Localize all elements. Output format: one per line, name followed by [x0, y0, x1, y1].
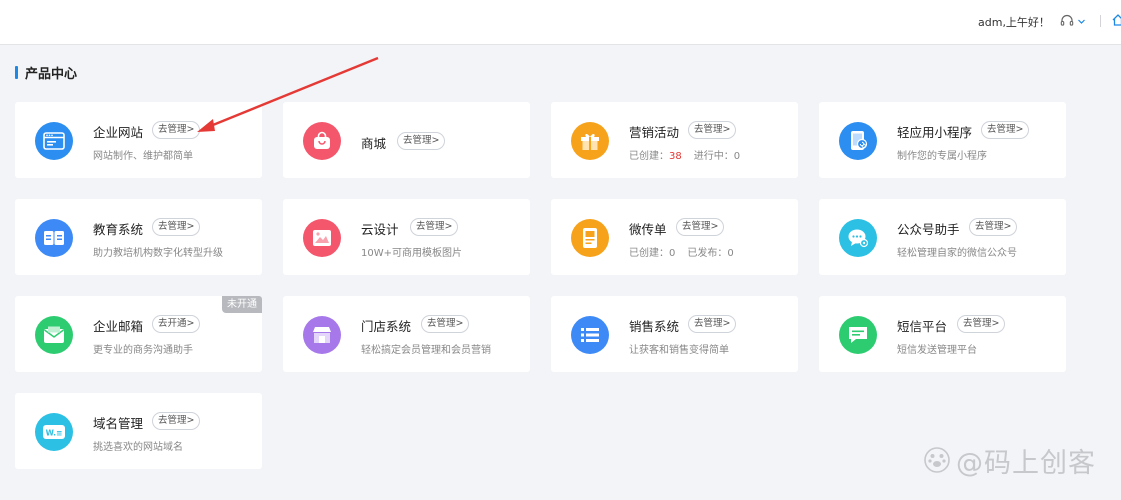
product-card-domain[interactable]: W.≡ 域名管理 去管理> 挑选喜欢的网站域名	[15, 393, 262, 469]
card-description: 轻松搞定会员管理和会员营销	[361, 345, 491, 356]
card-description: 网站制作、维护都简单	[93, 151, 193, 162]
card-stats: 已创建：0 已发布：0	[629, 244, 734, 259]
section-title-text: 产品中心	[25, 66, 78, 82]
card-title: 企业网站	[93, 125, 144, 140]
manage-button[interactable]: 去管理>	[957, 315, 1006, 333]
card-description: 制作您的专属小程序	[897, 151, 987, 162]
gift-icon	[571, 122, 609, 160]
watermark-text: @码上创客	[956, 447, 1096, 479]
card-description: 短信发送管理平台	[897, 345, 977, 356]
manage-button[interactable]: 去管理>	[676, 218, 725, 236]
mini-program-icon	[839, 122, 877, 160]
product-card-store-system[interactable]: 门店系统 去管理> 轻松搞定会员管理和会员营销	[283, 296, 530, 372]
not-activated-badge: 未开通	[222, 296, 262, 313]
card-description: 挑选喜欢的网站域名	[93, 442, 183, 453]
sms-icon	[839, 316, 877, 354]
published-stat: 已发布：0	[687, 248, 734, 259]
home-icon[interactable]	[1112, 13, 1121, 27]
card-title: 短信平台	[897, 319, 948, 334]
wechat-icon	[839, 219, 877, 257]
card-title: 轻应用小程序	[897, 125, 973, 140]
top-bar: adm,上午好！	[0, 0, 1121, 45]
flyer-icon	[571, 219, 609, 257]
paw-logo-icon	[924, 447, 950, 473]
shopping-bag-icon	[303, 122, 341, 160]
svg-text:W.≡: W.≡	[46, 429, 63, 438]
list-icon	[571, 316, 609, 354]
card-title: 企业邮箱	[93, 319, 144, 334]
product-card-flyer[interactable]: 微传单 去管理> 已创建：0 已发布：0	[551, 199, 798, 275]
card-title: 微传单	[629, 222, 667, 237]
manage-button[interactable]: 去管理>	[410, 218, 459, 236]
card-title: 门店系统	[361, 319, 412, 334]
headset-icon	[1060, 14, 1074, 26]
card-description: 助力教培机构数字化转型升级	[93, 248, 223, 259]
card-description: 轻松管理自家的微信公众号	[897, 248, 1017, 259]
product-card-education[interactable]: 教育系统 去管理> 助力教培机构数字化转型升级	[15, 199, 262, 275]
created-label: 已创建：	[629, 151, 669, 162]
manage-button[interactable]: 去管理>	[688, 315, 737, 333]
card-description: 让获客和销售变得简单	[629, 345, 729, 356]
created-stat: 已创建：0	[629, 248, 676, 259]
chevron-down-icon	[1078, 19, 1085, 24]
product-card-website[interactable]: 企业网站 去管理> 网站制作、维护都简单	[15, 102, 262, 178]
book-icon	[35, 219, 73, 257]
card-title: 域名管理	[93, 416, 144, 431]
watermark: @码上创客	[924, 443, 1096, 479]
card-title: 教育系统	[93, 222, 144, 237]
store-icon	[303, 316, 341, 354]
customer-service-dropdown[interactable]	[1060, 12, 1090, 30]
product-card-cloud-design[interactable]: 云设计 去管理> 10W+可商用模板图片	[283, 199, 530, 275]
card-title: 公众号助手	[897, 222, 960, 237]
manage-button[interactable]: 去管理>	[969, 218, 1018, 236]
product-card-wechat-assistant[interactable]: 公众号助手 去管理> 轻松管理自家的微信公众号	[819, 199, 1066, 275]
manage-button[interactable]: 去管理>	[152, 218, 201, 236]
domain-icon: W.≡	[35, 413, 73, 451]
manage-button[interactable]: 去管理>	[397, 132, 446, 150]
card-title: 云设计	[361, 222, 399, 237]
product-card-mall[interactable]: 商城 去管理>	[283, 102, 530, 178]
section-accent-bar	[15, 65, 18, 79]
image-icon	[303, 219, 341, 257]
created-count: 38	[669, 151, 682, 162]
product-card-mini-program[interactable]: 轻应用小程序 去管理> 制作您的专属小程序	[819, 102, 1066, 178]
product-card-sales-system[interactable]: 销售系统 去管理> 让获客和销售变得简单	[551, 296, 798, 372]
top-bar-divider	[1100, 15, 1101, 27]
card-description: 10W+可商用模板图片	[361, 248, 462, 259]
in-progress-stat: 进行中：0	[693, 151, 741, 162]
activate-button[interactable]: 去开通>	[152, 315, 201, 333]
card-title: 营销活动	[629, 125, 680, 140]
product-card-enterprise-mail[interactable]: 未开通 企业邮箱 去开通> 更专业的商务沟通助手	[15, 296, 262, 372]
manage-button[interactable]: 去管理>	[981, 121, 1030, 139]
manage-button[interactable]: 去管理>	[688, 121, 737, 139]
section-title: 产品中心	[15, 64, 78, 82]
manage-button[interactable]: 去管理>	[152, 121, 201, 139]
card-title: 商城	[361, 136, 387, 151]
card-description: 更专业的商务沟通助手	[93, 345, 193, 356]
manage-button[interactable]: 去管理>	[421, 315, 470, 333]
card-title: 销售系统	[629, 319, 680, 334]
product-card-sms-platform[interactable]: 短信平台 去管理> 短信发送管理平台	[819, 296, 1066, 372]
user-greeting: adm,上午好！	[978, 16, 1050, 29]
manage-button[interactable]: 去管理>	[152, 412, 201, 430]
mail-icon	[35, 316, 73, 354]
card-stats: 已创建：38 进行中：0	[629, 147, 740, 162]
product-card-marketing[interactable]: 营销活动 去管理> 已创建：38 进行中：0	[551, 102, 798, 178]
website-icon	[35, 122, 73, 160]
